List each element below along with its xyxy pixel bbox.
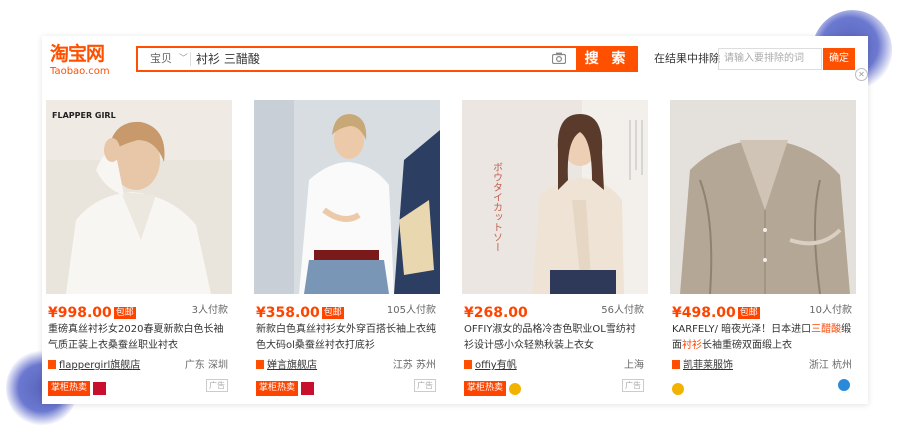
free-shipping-badge: 包邮 [321,307,344,319]
product-card[interactable]: ¥498.00 包邮 10人付款 KARFELY/ 暗夜光泽！日本进口三醋酸缎面衬… [666,100,858,400]
exclude-input[interactable]: 请输入要排除的词 [718,48,822,70]
ad-label: 广告 [206,379,228,392]
price: ¥498.00 [672,305,736,321]
shop-icon [48,360,56,369]
product-card[interactable]: ¥358.00 包邮 105人付款 新款白色真丝衬衫女外穿百搭长袖上衣纯色大码ol… [250,100,442,400]
taobao-screenshot-frame: 淘宝网 Taobao.com 宝贝 ﹀ 衬衫 三醋酸 搜 索 在结果中排除 请输… [42,36,868,404]
hot-sale-badge: 掌柜热卖 [256,381,299,396]
category-divider [190,52,191,66]
price-row: ¥358.00 包邮 105人付款 [256,302,436,321]
free-shipping-badge: 包邮 [113,307,136,319]
shop-row: flappergirl旗舰店 广东 深圳 [48,358,228,374]
title-keyword-highlight: 三醋酸 [811,324,842,335]
shop-location: 上海 [624,360,644,371]
search-input[interactable]: 衬衫 三醋酸 [196,48,260,70]
taobao-logo[interactable]: 淘宝网 Taobao.com [50,44,126,82]
shop-link[interactable]: 凯菲莱服饰 [683,360,733,371]
shop-location: 广东 深圳 [184,360,228,371]
free-shipping-badge: 包邮 [737,307,760,319]
product-title[interactable]: OFFIY淑女的品格冷杏色职业OL雪纺衬衫设计感小众轻熟秋装上衣女 [464,322,644,354]
search-header: 淘宝网 Taobao.com 宝贝 ﹀ 衬衫 三醋酸 搜 索 在结果中排除 请输… [42,36,868,92]
shop-link[interactable]: flappergirl旗舰店 [59,360,140,371]
badge-row [672,378,852,395]
price: ¥998.00 [48,305,112,321]
logo-en: Taobao.com [50,66,110,77]
title-keyword-highlight: 衬衫 [682,340,702,351]
shop-row: offiy有帆 上海 [464,358,644,374]
shop-row: 婵言旗舰店 江苏 苏州 [256,358,436,374]
logo-cn: 淘宝网 [50,43,105,65]
category-select[interactable]: 宝贝 ﹀ [138,48,190,70]
exclude-confirm-button[interactable]: 确定 [823,48,855,70]
camera-icon[interactable] [552,52,566,64]
product-card[interactable]: FLAPPER GIRL ¥998.00 包邮 3人付款 重磅真丝衬衫女2020春… [42,100,234,400]
shop-link[interactable]: 婵言旗舰店 [267,360,317,371]
sales-count: 105人付款 [386,305,436,316]
category-label: 宝贝 [150,52,172,65]
exclude-label: 在结果中排除 [654,52,720,65]
price-row: ¥998.00 包邮 3人付款 [48,302,228,321]
product-image[interactable]: FLAPPER GIRL [46,100,232,294]
product-image[interactable] [254,100,440,294]
shop-location: 浙江 杭州 [808,360,852,371]
badge-row: 掌柜热卖 广告 [256,378,436,396]
sales-count: 10人付款 [809,305,852,316]
ad-label: 广告 [414,379,436,392]
search-button[interactable]: 搜 索 [576,46,638,72]
price: ¥268.00 [464,305,528,321]
shop-row: 凯菲莱服饰 浙江 杭州 [672,358,852,374]
product-image[interactable] [670,100,856,294]
shop-location: 江苏 苏州 [392,360,436,371]
gold-seller-icon[interactable] [672,382,684,395]
product-title[interactable]: 重磅真丝衬衫女2020春夏新款白色长袖气质正装上衣桑蚕丝职业衬衣 [48,322,228,354]
gold-seller-icon[interactable] [509,382,522,395]
shop-icon [672,360,680,369]
badge-row: 掌柜热卖 广告 [464,378,644,396]
price-row: ¥498.00 包邮 10人付款 [672,302,852,321]
poster-text: ボウタイカットソー [491,162,503,252]
product-title[interactable]: 新款白色真丝衬衫女外穿百搭长袖上衣纯色大码ol桑蚕丝衬衣打底衫 [256,322,436,354]
hot-sale-badge: 掌柜热卖 [48,381,91,396]
price: ¥358.00 [256,305,320,321]
product-image[interactable]: ボウタイカットソー [462,100,648,294]
ad-label: 广告 [622,379,644,392]
brand-watermark: FLAPPER GIRL [52,111,116,120]
shop-icon [464,360,472,369]
price-row: ¥268.00 56人付款 [464,302,644,321]
tmall-icon[interactable] [301,382,315,395]
sales-count: 3人付款 [191,305,228,316]
product-card[interactable]: ボウタイカットソー ¥268.00 56人付款 OFFIY淑女的品格冷杏色职业O… [458,100,650,400]
shop-icon [256,360,264,369]
title-part: KARFELY/ 暗夜光泽！日本进口 [672,324,812,335]
badge-row: 掌柜热卖 广告 [48,378,228,396]
chevron-down-icon: ﹀ [178,54,188,64]
product-title[interactable]: KARFELY/ 暗夜光泽！日本进口三醋酸缎面衬衫长袖重磅双面缎上衣 [672,322,852,354]
shop-link[interactable]: offiy有帆 [475,360,517,371]
search-bar: 宝贝 ﹀ 衬衫 三醋酸 [136,46,576,72]
hot-sale-badge: 掌柜热卖 [464,381,507,396]
tmall-icon[interactable] [93,382,107,395]
title-part: 长袖重磅双面缎上衣 [702,340,792,351]
sales-count: 56人付款 [601,305,644,316]
close-icon[interactable]: ✕ [855,68,868,81]
blue-info-icon[interactable] [838,379,850,391]
